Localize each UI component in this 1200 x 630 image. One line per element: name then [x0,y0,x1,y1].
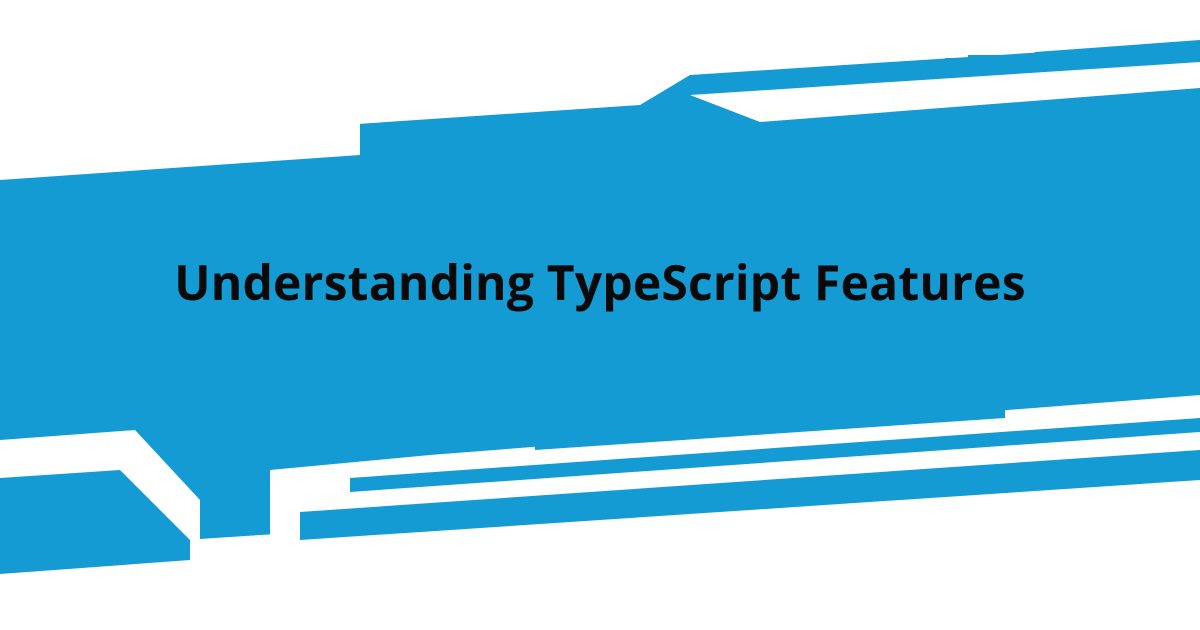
banner-background-shape [0,0,1200,630]
banner-title: Understanding TypeScript Features [0,250,1200,315]
banner-canvas: Understanding TypeScript Features [0,0,1200,630]
